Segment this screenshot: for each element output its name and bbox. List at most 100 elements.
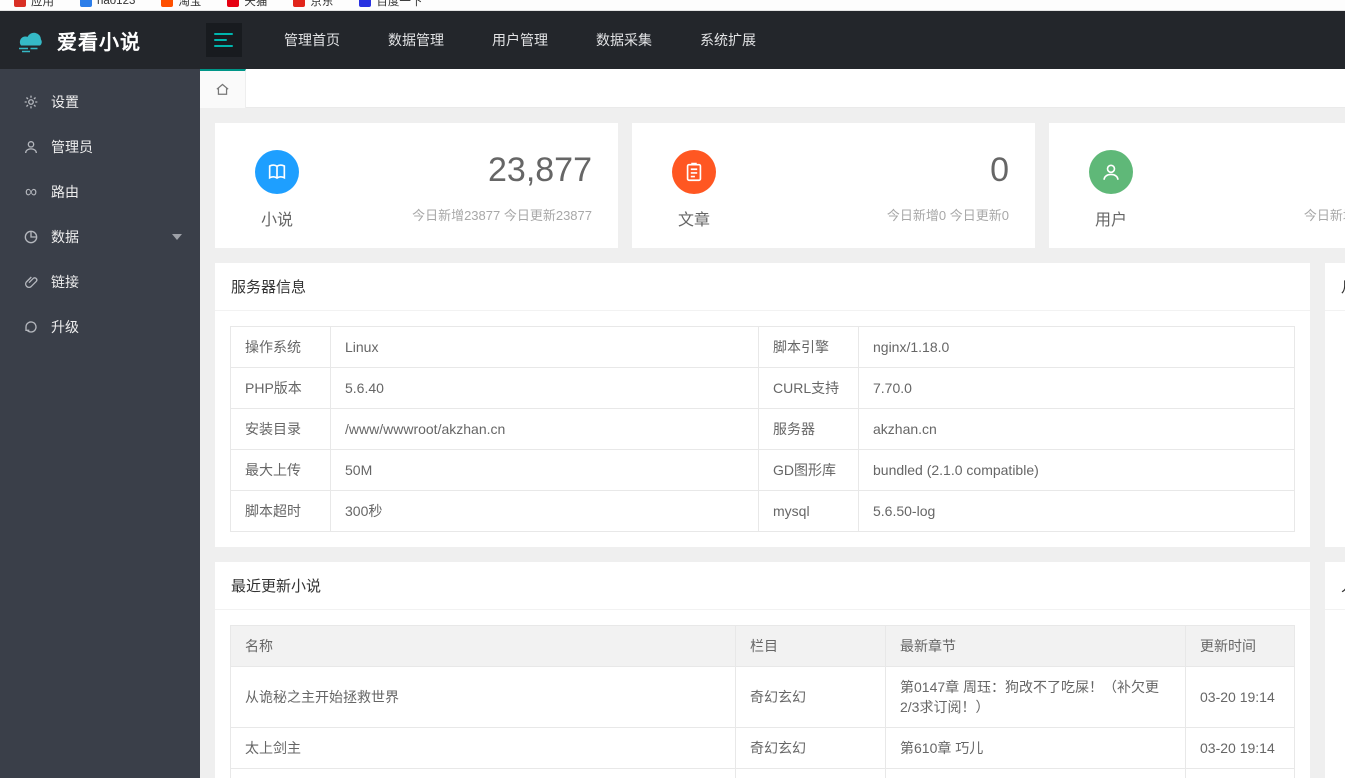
app-header: 爱看小说 管理首页 数据管理 用户管理 数据采集 系统扩展	[0, 11, 1345, 69]
tmall-icon	[227, 0, 240, 7]
sidebar-item-links[interactable]: 链接	[0, 259, 200, 304]
user-icon	[1089, 150, 1133, 194]
table-row: 深海拳王 奇幻玄幻 新书《深海炮王：我杀怪能提升攻击力》已发 03-20 19:…	[230, 768, 1295, 778]
sidebar-item-settings[interactable]: 设置	[0, 79, 200, 124]
nav-item-collect[interactable]: 数据采集	[572, 11, 676, 69]
panel-title: 人	[1325, 562, 1345, 610]
nav-item-user-manage[interactable]: 用户管理	[468, 11, 572, 69]
server-key: GD图形库	[758, 449, 859, 491]
route-icon: ∞	[24, 182, 38, 201]
book-icon	[255, 150, 299, 194]
bookmark-hao123[interactable]: hao123	[80, 0, 135, 7]
novels-panel-row: 最近更新小说 名称 栏目 最新章节 更新时间 从诡秘之主开始拯救世界 奇幻玄幻 …	[215, 562, 1345, 778]
server-key: 脚本引擎	[758, 326, 859, 368]
table-row: 从诡秘之主开始拯救世界 奇幻玄幻 第0147章 周珏：狗改不了吃屎！（补欠更2/…	[230, 666, 1295, 728]
data-icon	[22, 228, 40, 246]
server-value: Linux	[330, 326, 759, 368]
stat-label: 文章	[677, 212, 710, 229]
panel-title: 最近更新小说	[215, 562, 1310, 610]
link-icon	[22, 273, 40, 291]
right-panel-partial: 月	[1325, 263, 1345, 547]
stat-card-novels: 小说 23,877 今日新增23877 今日更新23877	[215, 123, 618, 248]
sidebar-item-label: 升级	[51, 318, 79, 335]
stat-card-articles: 文章 0 今日新增0 今日更新0	[632, 123, 1035, 248]
sidebar-item-label: 设置	[51, 93, 79, 110]
novel-category: 奇幻玄幻	[735, 666, 886, 728]
server-value: 5.6.50-log	[858, 490, 1295, 532]
server-key: 最大上传	[230, 449, 331, 491]
browser-bookmarks-bar: 应用 hao123 淘宝 天猫 京东 百度一下	[0, 0, 1345, 11]
table-row: 最大上传 50M GD图形库 bundled (2.1.0 compatible…	[230, 449, 1295, 491]
gear-icon	[22, 93, 40, 111]
panel-title: 月	[1325, 263, 1345, 311]
app-logo[interactable]: 爱看小说	[0, 11, 200, 69]
novel-category: 奇幻玄幻	[735, 727, 886, 769]
novel-name: 从诡秘之主开始拯救世界	[230, 666, 736, 728]
col-header-category: 栏目	[735, 625, 886, 667]
article-icon	[672, 150, 716, 194]
bookmark-taobao[interactable]: 淘宝	[161, 0, 201, 9]
sidebar-item-route[interactable]: ∞ 路由	[0, 169, 200, 214]
panel-title: 服务器信息	[215, 263, 1310, 311]
sidebar-item-label: 管理员	[51, 138, 93, 155]
cloud-logo-icon	[14, 27, 48, 53]
stat-sub: 今日新增1 今日更新1	[1303, 208, 1345, 223]
sidebar-item-data[interactable]: 数据	[0, 214, 200, 259]
table-header-row: 名称 栏目 最新章节 更新时间	[230, 625, 1295, 667]
bookmark-baidu[interactable]: 百度一下	[359, 0, 422, 9]
stat-label: 小说	[260, 212, 293, 229]
server-key: 操作系统	[230, 326, 331, 368]
bookmark-tmall[interactable]: 天猫	[227, 0, 267, 9]
novel-latest-chapter: 新书《深海炮王：我杀怪能提升攻击力》已发	[885, 768, 1186, 778]
stat-cards-row: 小说 23,877 今日新增23877 今日更新23877 文章 0 今日新增0…	[215, 123, 1345, 248]
sidebar-item-admin[interactable]: 管理员	[0, 124, 200, 169]
server-value: bundled (2.1.0 compatible)	[858, 449, 1295, 491]
bookmark-label: 应用	[31, 0, 54, 8]
tab-bar	[200, 69, 1345, 108]
sidebar-item-label: 数据	[51, 228, 79, 245]
bookmark-apps[interactable]: 应用	[14, 0, 54, 9]
novel-latest-chapter: 第610章 巧儿	[885, 727, 1186, 769]
dashboard-content: 小说 23,877 今日新增23877 今日更新23877 文章 0 今日新增0…	[200, 108, 1345, 778]
novel-update-time: 03-20 19:14	[1185, 768, 1295, 778]
stat-value: 23,877	[488, 151, 592, 189]
nav-item-data-manage[interactable]: 数据管理	[364, 11, 468, 69]
col-header-chapter: 最新章节	[885, 625, 1186, 667]
sidebar-item-label: 路由	[51, 183, 79, 200]
server-panel-row: 服务器信息 操作系统 Linux 脚本引擎 nginx/1.18.0 PHP版本…	[215, 263, 1345, 547]
stat-value: 0	[990, 151, 1009, 189]
server-value: 5.6.40	[330, 367, 759, 409]
nav-item-extend[interactable]: 系统扩展	[676, 11, 780, 69]
server-key: CURL支持	[758, 367, 859, 409]
table-row: 太上剑主 奇幻玄幻 第610章 巧儿 03-20 19:14	[230, 727, 1295, 769]
sidebar: 设置 管理员 ∞ 路由 数据 链接 升级	[0, 69, 200, 778]
bookmark-jd[interactable]: 京东	[293, 0, 333, 9]
screen: 应用 hao123 淘宝 天猫 京东 百度一下 爱看小说 管理首页 数据管理 用…	[0, 0, 1345, 778]
novel-name: 深海拳王	[230, 768, 736, 778]
stat-value: 2	[1304, 153, 1345, 187]
server-value: nginx/1.18.0	[858, 326, 1295, 368]
home-icon	[215, 82, 230, 97]
server-key: mysql	[758, 490, 859, 532]
novel-name: 太上剑主	[230, 727, 736, 769]
table-row: 脚本超时 300秒 mysql 5.6.50-log	[230, 490, 1295, 532]
stat-label: 用户	[1094, 212, 1127, 229]
table-row: 操作系统 Linux 脚本引擎 nginx/1.18.0	[230, 326, 1295, 368]
tab-home[interactable]	[200, 69, 246, 108]
upgrade-icon	[22, 318, 40, 336]
nav-item-home[interactable]: 管理首页	[260, 11, 364, 69]
user-icon	[22, 138, 40, 156]
sidebar-item-upgrade[interactable]: 升级	[0, 304, 200, 349]
recent-novels-table: 名称 栏目 最新章节 更新时间 从诡秘之主开始拯救世界 奇幻玄幻 第0147章 …	[230, 625, 1295, 778]
server-info-table: 操作系统 Linux 脚本引擎 nginx/1.18.0 PHP版本 5.6.4…	[230, 326, 1295, 532]
sidebar-item-label: 链接	[51, 273, 79, 290]
right-panel-partial: 人	[1325, 562, 1345, 778]
collapse-menu-icon[interactable]	[206, 23, 242, 57]
jd-icon	[293, 0, 306, 7]
bookmark-label: 百度一下	[376, 0, 423, 8]
server-info-panel: 服务器信息 操作系统 Linux 脚本引擎 nginx/1.18.0 PHP版本…	[215, 263, 1310, 547]
recent-novels-panel: 最近更新小说 名称 栏目 最新章节 更新时间 从诡秘之主开始拯救世界 奇幻玄幻 …	[215, 562, 1310, 778]
stat-sub: 今日新增23877 今日更新23877	[412, 208, 592, 223]
server-value: /www/wwwroot/akzhan.cn	[330, 408, 759, 450]
novel-latest-chapter: 第0147章 周珏：狗改不了吃屎！（补欠更2/3求订阅！）	[885, 666, 1186, 728]
